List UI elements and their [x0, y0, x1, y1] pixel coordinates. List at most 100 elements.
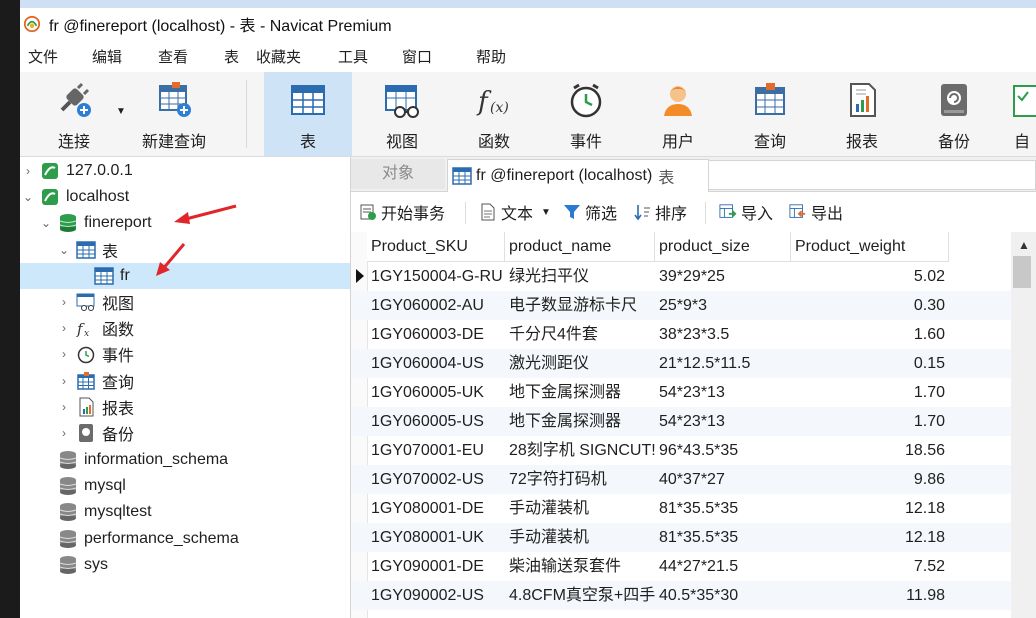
- cell-product-weight[interactable]: 12.18: [791, 494, 949, 523]
- collapse-arrow-icon[interactable]: ›: [58, 400, 70, 414]
- cell-product-size[interactable]: 40.5*35*30: [655, 581, 791, 610]
- cell-product-sku[interactable]: 1GY090001-DE: [367, 552, 505, 581]
- cell-product-name[interactable]: 手动灌装机: [505, 494, 655, 523]
- cell-product-weight[interactable]: 12.18: [791, 523, 949, 552]
- tree-node-performance-schema[interactable]: performance_schema: [40, 526, 239, 552]
- filter-button[interactable]: 筛选: [563, 201, 617, 223]
- collapse-arrow-icon[interactable]: ›: [58, 374, 70, 388]
- table-row[interactable]: 1GY060005-UK 地下金属探测器 54*23*13 1.70: [351, 378, 1011, 407]
- table-row[interactable]: 1GY060003-DE 千分尺4件套 38*23*3.5 1.60: [351, 320, 1011, 349]
- cell-product-size[interactable]: 40*37*27: [655, 465, 791, 494]
- cell-product-name[interactable]: 72字符打码机: [505, 465, 655, 494]
- menu-favorites[interactable]: 收藏夹: [256, 46, 301, 67]
- cell-product-name[interactable]: 手动灌装机: [505, 523, 655, 552]
- table-row[interactable]: 1GY150004-G-RU 绿光扫平仪 39*29*25 5.02: [351, 262, 1011, 291]
- cell-product-weight[interactable]: 1.70: [791, 378, 949, 407]
- cell-product-sku[interactable]: 1GY060003-DE: [367, 320, 505, 349]
- menu-edit[interactable]: 编辑: [92, 46, 122, 67]
- cell-product-sku[interactable]: 1GY150004-G-RU: [367, 262, 505, 291]
- cell-product-sku[interactable]: 1GY060005-US: [367, 407, 505, 436]
- cell-product-name[interactable]: 柴油输送泵套件: [505, 552, 655, 581]
- cell-product-name[interactable]: 28刻字机 SIGNCUT!: [505, 436, 655, 465]
- cell-product-size[interactable]: 38*23*3.5: [655, 320, 791, 349]
- column-header-product-sku[interactable]: Product_SKU: [367, 232, 505, 262]
- cell-product-sku[interactable]: 1GY080001-DE: [367, 494, 505, 523]
- tree-node-reports[interactable]: › 报表: [58, 394, 134, 420]
- tree-node-finereport[interactable]: ⌄ finereport: [40, 210, 152, 236]
- collapse-arrow-icon[interactable]: ›: [58, 295, 70, 309]
- menu-view[interactable]: 查看: [158, 46, 188, 67]
- cell-product-weight[interactable]: 1.60: [791, 320, 949, 349]
- tree-node-127-0-0-1[interactable]: › 127.0.0.1: [22, 158, 133, 184]
- vertical-scrollbar[interactable]: ▲: [1011, 232, 1036, 618]
- tree-node-fr[interactable]: fr: [76, 263, 130, 289]
- cell-product-name[interactable]: 激光测距仪: [505, 349, 655, 378]
- cell-product-name[interactable]: 地下金属探测器: [505, 407, 655, 436]
- tree-node-localhost[interactable]: ⌄ localhost: [22, 184, 129, 210]
- cell-product-weight[interactable]: 11.98: [791, 581, 949, 610]
- tree-node-backups[interactable]: › 备份: [58, 420, 134, 446]
- cell-product-sku[interactable]: 1GY080001-UK: [367, 523, 505, 552]
- cell-product-weight[interactable]: 5.02: [791, 262, 949, 291]
- menu-file[interactable]: 文件: [28, 46, 58, 67]
- cell-product-size[interactable]: 54*23*13: [655, 378, 791, 407]
- cell-product-sku[interactable]: 1GY060005-UK: [367, 378, 505, 407]
- table-row[interactable]: 1GY070002-US 72字符打码机 40*37*27 9.86: [351, 465, 1011, 494]
- cell-product-name[interactable]: 千分尺4件套: [505, 320, 655, 349]
- cell-product-weight[interactable]: 0.30: [791, 291, 949, 320]
- cell-product-weight[interactable]: 0.15: [791, 349, 949, 378]
- cell-product-size[interactable]: 81*35.5*35: [655, 523, 791, 552]
- toolbar-automation-button[interactable]: 自动: [1002, 72, 1036, 156]
- cell-product-size[interactable]: 81*35.5*35: [655, 494, 791, 523]
- collapse-arrow-icon[interactable]: ›: [22, 164, 34, 178]
- tree-node-queries[interactable]: › 查询: [58, 368, 134, 394]
- menu-table[interactable]: 表: [224, 46, 239, 67]
- tree-node-sys[interactable]: sys: [40, 552, 108, 578]
- import-button[interactable]: 导入: [719, 201, 773, 223]
- column-header-product-weight[interactable]: Product_weight: [791, 232, 949, 262]
- table-row[interactable]: 1GY070001-EU 28刻字机 SIGNCUT! 96*43.5*35 18.5…: [351, 436, 1011, 465]
- tab-fr-table[interactable]: fr @finereport (localhost) 表: [447, 159, 709, 192]
- tree-node-information-schema[interactable]: information_schema: [40, 447, 228, 473]
- table-row[interactable]: 1GY060002-AU 电子数显游标卡尺 25*9*3 0.30: [351, 291, 1011, 320]
- expand-arrow-icon[interactable]: ⌄: [58, 243, 70, 257]
- table-row[interactable]: 1GY090002-US 4.8CFM真空泵+四手 40.5*35*30 11.98: [351, 581, 1011, 610]
- toolbar-event-button[interactable]: 事件: [542, 72, 630, 156]
- text-mode-button[interactable]: 文本 ▼: [479, 201, 551, 223]
- tree-node-mysql[interactable]: mysql: [40, 473, 126, 499]
- cell-product-size[interactable]: 21*12.5*11.5: [655, 349, 791, 378]
- scrollbar-thumb[interactable]: [1013, 256, 1031, 288]
- cell-product-sku[interactable]: 1GY070001-EU: [367, 436, 505, 465]
- menu-help[interactable]: 帮助: [476, 46, 506, 67]
- tree-node-tables[interactable]: ⌄ 表: [58, 237, 118, 263]
- table-row[interactable]: 1GY080001-UK 手动灌装机 81*35.5*35 12.18: [351, 523, 1011, 552]
- table-row[interactable]: 1GY090001-DE 柴油输送泵套件 44*27*21.5 7.52: [351, 552, 1011, 581]
- sort-button[interactable]: 排序: [633, 201, 687, 223]
- toolbar-function-button[interactable]: f (x) 函数: [450, 72, 538, 156]
- cell-product-sku[interactable]: 1GY060002-AU: [367, 291, 505, 320]
- cell-product-size[interactable]: 39*29*25: [655, 262, 791, 291]
- tree-node-functions[interactable]: › fx 函数: [58, 315, 134, 341]
- tree-node-events[interactable]: › 事件: [58, 341, 134, 367]
- column-header-product-size[interactable]: product_size: [655, 232, 791, 262]
- menu-tools[interactable]: 工具: [338, 46, 368, 67]
- toolbar-report-button[interactable]: 报表: [818, 72, 906, 156]
- cell-product-weight[interactable]: 7.52: [791, 552, 949, 581]
- toolbar-query-button[interactable]: 查询: [726, 72, 814, 156]
- cell-product-sku[interactable]: 1GY090002-US: [367, 581, 505, 610]
- cell-product-name[interactable]: 电子数显游标卡尺: [505, 291, 655, 320]
- cell-product-weight[interactable]: 18.56: [791, 436, 949, 465]
- cell-product-size[interactable]: 96*43.5*35: [655, 436, 791, 465]
- collapse-arrow-icon[interactable]: ›: [58, 321, 70, 335]
- table-row[interactable]: 1GY080001-DE 手动灌装机 81*35.5*35 12.18: [351, 494, 1011, 523]
- column-header-product-name[interactable]: product_name: [505, 232, 655, 262]
- tree-node-views[interactable]: › 视图: [58, 289, 134, 315]
- toolbar-new-query-button[interactable]: 新建查询: [130, 72, 218, 156]
- cell-product-sku[interactable]: 1GY060004-US: [367, 349, 505, 378]
- cell-product-size[interactable]: 54*23*13: [655, 407, 791, 436]
- cell-product-size[interactable]: 25*9*3: [655, 291, 791, 320]
- export-button[interactable]: 导出: [789, 201, 843, 223]
- menu-window[interactable]: 窗口: [402, 46, 432, 67]
- toolbar-view-button[interactable]: 视图: [358, 72, 446, 156]
- toolbar-table-button[interactable]: 表: [264, 72, 352, 156]
